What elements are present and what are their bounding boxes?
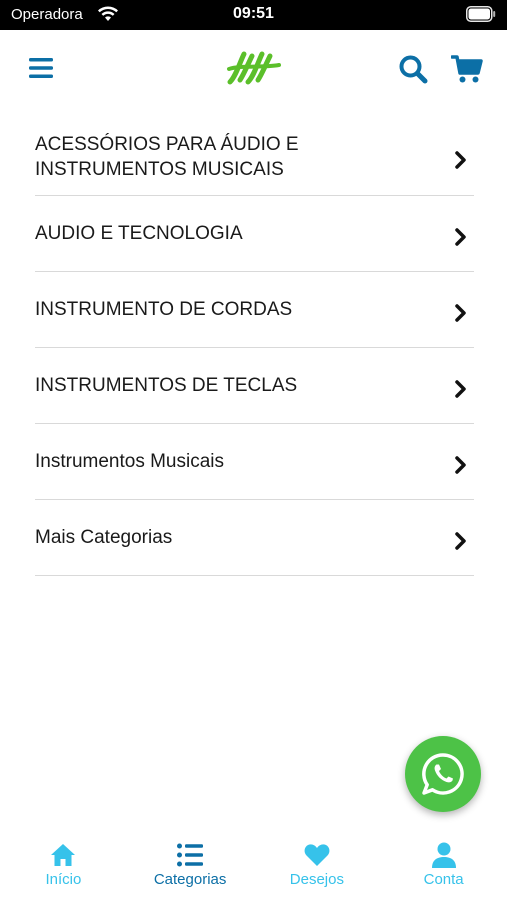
category-label: AUDIO E TECNOLOGIA (35, 223, 243, 244)
category-label: ACESSÓRIOS PARA ÁUDIO E INSTRUMENTOS MUS… (35, 133, 299, 180)
battery-icon (466, 6, 496, 22)
category-item-audio-tecnologia[interactable]: AUDIO E TECNOLOGIA (35, 196, 474, 272)
category-label: Instrumentos Musicais (35, 451, 225, 472)
category-item-mais-categorias[interactable]: Mais Categorias (35, 500, 474, 576)
status-bar: Operadora 09:51 (0, 0, 507, 30)
list-icon (177, 843, 204, 867)
category-item-teclas[interactable]: INSTRUMENTOS DE TECLAS (35, 348, 474, 424)
cart-icon[interactable] (451, 54, 483, 84)
category-item-acessorios[interactable]: ACESSÓRIOS PARA ÁUDIO E INSTRUMENTOS MUS… (35, 118, 474, 196)
clock: 09:51 (233, 5, 274, 22)
chevron-right-icon (455, 227, 466, 246)
tab-conta[interactable]: Conta (380, 830, 507, 900)
chevron-right-icon (455, 303, 466, 322)
whatsapp-icon (422, 753, 464, 795)
category-label: INSTRUMENTOS DE TECLAS (35, 375, 298, 396)
tab-inicio[interactable]: Início (0, 830, 127, 900)
category-item-cordas[interactable]: INSTRUMENTO DE CORDAS (35, 272, 474, 348)
search-icon[interactable] (398, 54, 428, 84)
category-item-instrumentos-musicais[interactable]: Instrumentos Musicais (35, 424, 474, 500)
tab-label: Conta (423, 871, 464, 888)
app-header (0, 30, 507, 108)
tab-categorias[interactable]: Categorias (127, 830, 254, 900)
user-icon (431, 842, 456, 868)
tab-label: Categorias (153, 871, 227, 888)
chevron-right-icon (455, 531, 466, 550)
chevron-right-icon (455, 455, 466, 474)
tab-label: Início (45, 871, 82, 888)
category-label: INSTRUMENTO DE CORDAS (35, 299, 293, 320)
hamburger-menu-icon[interactable] (27, 55, 55, 81)
tab-label: Desejos (289, 871, 344, 888)
tab-desejos[interactable]: Desejos (254, 830, 381, 900)
category-label: Mais Categorias (35, 527, 173, 548)
hh-logo[interactable] (226, 50, 282, 86)
home-icon (51, 844, 76, 866)
bottom-tab-bar: Início Categorias Desejos Conta (0, 830, 507, 900)
category-list: ACESSÓRIOS PARA ÁUDIO E INSTRUMENTOS MUS… (35, 118, 474, 576)
chevron-right-icon (455, 379, 466, 398)
chevron-right-icon (455, 150, 466, 169)
heart-icon (304, 844, 330, 866)
whatsapp-button[interactable] (405, 736, 481, 812)
